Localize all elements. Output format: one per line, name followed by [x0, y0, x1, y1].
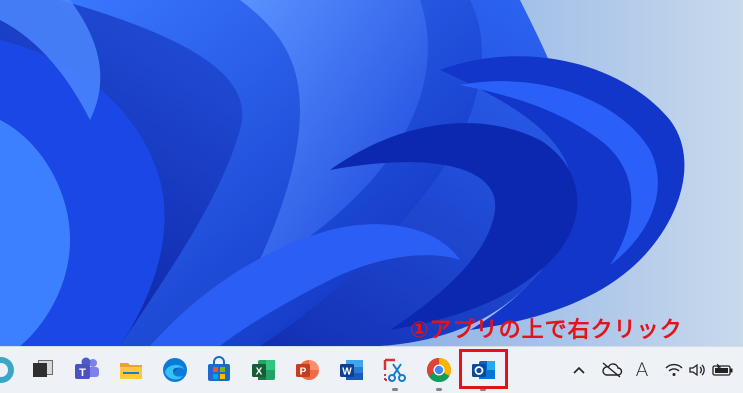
snipping-tool-icon[interactable] — [380, 355, 410, 391]
svg-text:W: W — [342, 367, 352, 378]
show-hidden-icons-chevron[interactable] — [570, 355, 588, 385]
file-explorer-icon[interactable] — [116, 355, 146, 385]
edge-icon[interactable] — [160, 355, 190, 385]
running-indicator — [436, 388, 442, 391]
word-icon[interactable]: W — [336, 355, 366, 385]
excel-icon[interactable]: X — [248, 355, 278, 385]
powerpoint-icon[interactable]: P — [292, 355, 322, 385]
svg-text:P: P — [300, 367, 307, 378]
microsoft-store-icon[interactable] — [204, 355, 234, 385]
start-partial-icon[interactable] — [0, 355, 16, 385]
taskbar: T X P W A — [0, 346, 743, 393]
onedrive-offline-icon[interactable] — [600, 355, 624, 385]
highlight-box — [459, 349, 508, 389]
desktop-wallpaper — [0, 0, 743, 346]
battery-icon[interactable] — [710, 355, 736, 385]
running-indicator — [392, 388, 398, 391]
teams-icon[interactable]: T — [72, 355, 102, 385]
ime-mode-icon[interactable]: A — [633, 355, 651, 385]
chrome-icon[interactable] — [424, 355, 454, 391]
task-view-icon[interactable] — [28, 355, 58, 385]
svg-text:X: X — [256, 367, 263, 378]
volume-icon[interactable] — [687, 355, 707, 385]
wifi-icon[interactable] — [664, 355, 684, 385]
annotation-label: ①アプリの上で右クリック — [410, 318, 683, 343]
svg-text:T: T — [79, 367, 86, 379]
